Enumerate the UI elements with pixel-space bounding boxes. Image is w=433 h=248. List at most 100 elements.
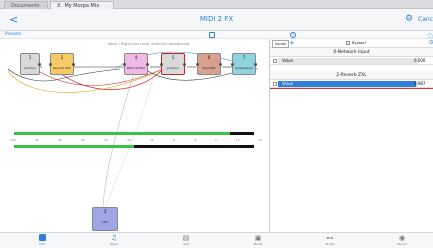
add-input-button[interactable]: + (289, 39, 295, 47)
node-label: Junction (23, 66, 37, 70)
node-amplifier[interactable]: 6 Amplifier (196, 53, 222, 75)
inspector-panel: Inputs + Bypass? ⌫ 0-Network Input Value… (269, 39, 433, 232)
node-label: Pitch Shifter (126, 66, 146, 70)
record-icon: ◉ (398, 234, 406, 242)
tab-label: Text (183, 242, 189, 246)
tab-lfo[interactable]: LFO (22, 234, 62, 246)
tab-label: Music (110, 242, 118, 246)
node-junction-1[interactable]: 1 Junction (20, 53, 41, 75)
document-tab-strip: Documents XMy Morpa Mix UG (0, 0, 433, 17)
node-number: 2 (60, 56, 64, 61)
scale-tick: -48 (57, 139, 62, 142)
node-pitch-shifter[interactable]: 4 Pitch Shifter (123, 53, 149, 75)
input-port[interactable] (49, 63, 52, 66)
output-port[interactable] (146, 63, 149, 66)
bypass-toggle[interactable]: Bypass? (346, 41, 366, 45)
inspector-header: Inputs + Bypass? ⌫ (270, 39, 433, 48)
tab-morph[interactable]: ⊷ Morph (310, 234, 350, 246)
node-number: 5 (171, 56, 175, 61)
help-icon[interactable]: ? (290, 32, 296, 38)
value-slider[interactable]: Value (278, 81, 418, 87)
tab-label: LFO (39, 242, 45, 246)
inputs-tab[interactable]: Inputs (272, 40, 289, 48)
node-junction-5[interactable]: 5 Junction (160, 53, 186, 75)
graph-toolbar: Presets ? ⓘ (0, 31, 433, 41)
output-port[interactable] (72, 63, 75, 66)
node-label: Reverb ZXL (53, 66, 71, 70)
output-port[interactable] (183, 63, 186, 66)
output-port[interactable] (219, 63, 222, 66)
param-value: 0.987 (414, 81, 426, 86)
tab-music[interactable]: ♫ Music (94, 234, 134, 246)
tab-media[interactable]: ▣ Media (238, 234, 278, 246)
scale-tick: -24 (103, 139, 108, 142)
node-label: LFO (102, 220, 108, 224)
scale-tick: -18 (126, 139, 131, 142)
node-compressor[interactable]: 7 Compressor (231, 53, 257, 75)
tab-record[interactable]: ◉ Record (382, 234, 422, 246)
presets-button[interactable]: Presets (5, 31, 21, 39)
db-scale: -100 -60 -48 -36 -24 -18 -12 -6 -3 0 +3 … (10, 139, 262, 142)
navigation-bar: < MIDI 2 FX ⚙ Canc (0, 9, 433, 31)
node-number: 4 (134, 56, 138, 61)
bottom-tab-bar: LFO ♫ Music ▤ Text ▣ Media ⊷ Morph ◉ Record (0, 232, 433, 248)
meter-fill (14, 145, 134, 148)
input-port[interactable] (160, 63, 163, 66)
meter-fill (14, 132, 230, 135)
gear-icon[interactable]: ⚙ (405, 14, 413, 24)
page-title: MIDI 2 FX (199, 15, 234, 23)
node-label: Compressor (235, 66, 253, 70)
node-number: 1 (28, 56, 32, 61)
param-row: Value 0.000 (270, 57, 433, 65)
scale-tick: -12 (149, 139, 154, 142)
scale-tick: 0 (215, 139, 217, 142)
param-label: Value (282, 58, 293, 63)
layout-icon[interactable] (209, 32, 215, 38)
param-checkbox[interactable] (273, 82, 277, 86)
param-checkbox[interactable] (273, 59, 277, 63)
cancel-button[interactable]: Canc (418, 16, 433, 23)
input-port[interactable] (196, 63, 199, 66)
bypass-label: Bypass? (352, 41, 367, 45)
output-port[interactable] (254, 63, 257, 66)
param-label: Value (282, 81, 293, 86)
output-port[interactable] (38, 63, 41, 66)
output-level-meter-top (14, 132, 254, 135)
node-graph-canvas[interactable]: Move / Right-click node, Add/Click backg… (0, 39, 268, 232)
selection-indicator (270, 88, 433, 89)
scale-tick: +3 (235, 139, 240, 142)
scale-tick: -36 (80, 139, 85, 142)
image-icon: ▣ (254, 234, 262, 242)
node-number: 3 (103, 210, 107, 215)
input-port[interactable] (123, 63, 126, 66)
scale-tick: -3 (193, 139, 197, 142)
value-slider[interactable]: Value (278, 58, 418, 64)
param-row: Value 0.987 (270, 80, 433, 88)
tab-label: Record (397, 242, 407, 246)
node-label: Amplifier (202, 66, 216, 70)
node-label: Junction (166, 66, 180, 70)
scale-tick: -60 (34, 139, 39, 142)
output-level-meter-bottom (14, 145, 254, 148)
bypass-checkbox[interactable] (346, 41, 350, 45)
tab-project[interactable]: XMy Morpa Mix UG (50, 1, 114, 17)
note-icon: ♫ (110, 234, 118, 242)
delete-icon[interactable]: ⌫ (428, 40, 433, 46)
scale-tick: +6 (258, 139, 262, 142)
tab-documents[interactable]: Documents (4, 1, 48, 9)
section-title: 0-Network Input (270, 48, 433, 57)
node-reverb[interactable]: 2 Reverb ZXL (49, 53, 75, 75)
node-lfo[interactable]: 3 LFO (92, 207, 118, 231)
section-title: 2-Reverb ZXL (270, 71, 433, 80)
tab-text[interactable]: ▤ Text (166, 234, 206, 246)
tab-label: Media (253, 242, 263, 246)
input-port[interactable] (231, 63, 234, 66)
tab-label: Morph (325, 242, 335, 246)
square-icon (22, 234, 62, 242)
graph-hint: Move / Right-click node, Add/Click backg… (108, 42, 190, 46)
scale-tick: -100 (10, 139, 16, 142)
scale-tick: -6 (172, 139, 175, 142)
node-number: 6 (207, 56, 211, 61)
doc-icon: ▤ (182, 234, 190, 242)
param-value: 0.000 (414, 58, 426, 63)
